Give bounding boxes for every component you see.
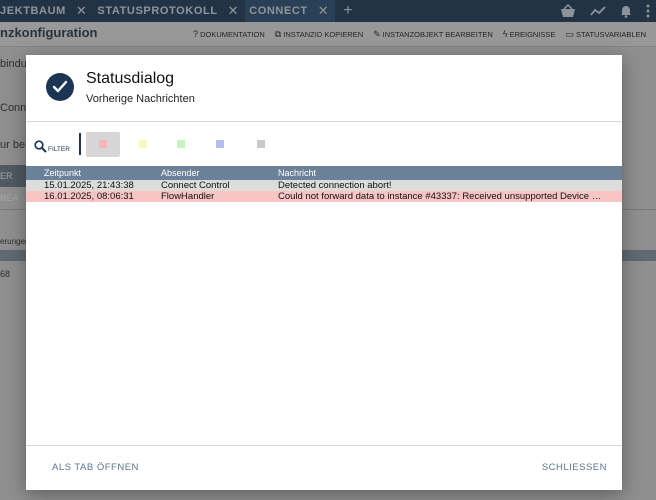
success-color-swatch xyxy=(177,140,185,148)
filter-warning-toggle[interactable] xyxy=(126,132,160,157)
cell-sender: Connect Control xyxy=(143,180,260,191)
cell-message: Could not forward data to instance #4333… xyxy=(260,191,622,202)
cell-message: Detected connection abort! xyxy=(260,180,622,191)
column-header-time[interactable]: Zeitpunkt xyxy=(26,166,143,180)
dialog-footer: ALS TAB ÖFFNEN SCHLIESSEN xyxy=(26,445,622,491)
table-row[interactable]: 16.01.2025, 08:06:31 FlowHandler Could n… xyxy=(26,191,622,202)
error-color-swatch xyxy=(99,140,107,148)
filter-info-toggle[interactable] xyxy=(203,132,237,157)
table-header-row: Zeitpunkt Absender Nachricht xyxy=(26,166,622,180)
divider xyxy=(79,133,81,155)
search-icon xyxy=(34,140,47,153)
filter-debug-toggle[interactable] xyxy=(244,132,278,157)
message-table: Zeitpunkt Absender Nachricht 15.01.2025,… xyxy=(26,166,622,202)
filter-button[interactable]: FILTER xyxy=(34,140,70,153)
open-as-tab-button[interactable]: ALS TAB ÖFFNEN xyxy=(52,462,139,473)
close-button[interactable]: SCHLIESSEN xyxy=(542,462,607,473)
status-dialog: Statusdialog Vorherige Nachrichten FILTE… xyxy=(26,55,622,490)
column-header-sender[interactable]: Absender xyxy=(143,166,260,180)
filter-error-toggle[interactable] xyxy=(86,132,120,157)
cell-sender: FlowHandler xyxy=(143,191,260,202)
cell-time: 16.01.2025, 08:06:31 xyxy=(26,191,143,202)
filter-label: FILTER xyxy=(48,146,70,153)
dialog-subtitle: Vorherige Nachrichten xyxy=(86,93,195,105)
check-circle-icon xyxy=(46,73,74,101)
warning-color-swatch xyxy=(139,140,147,148)
table-row[interactable]: 15.01.2025, 21:43:38 Connect Control Det… xyxy=(26,180,622,191)
info-color-swatch xyxy=(216,140,224,148)
column-header-message[interactable]: Nachricht xyxy=(260,166,622,180)
cell-time: 15.01.2025, 21:43:38 xyxy=(26,180,143,191)
debug-color-swatch xyxy=(257,140,265,148)
dialog-title: Statusdialog xyxy=(86,70,175,87)
filter-row: FILTER xyxy=(26,130,622,160)
dialog-header: Statusdialog Vorherige Nachrichten xyxy=(26,55,622,122)
filter-success-toggle[interactable] xyxy=(164,132,198,157)
